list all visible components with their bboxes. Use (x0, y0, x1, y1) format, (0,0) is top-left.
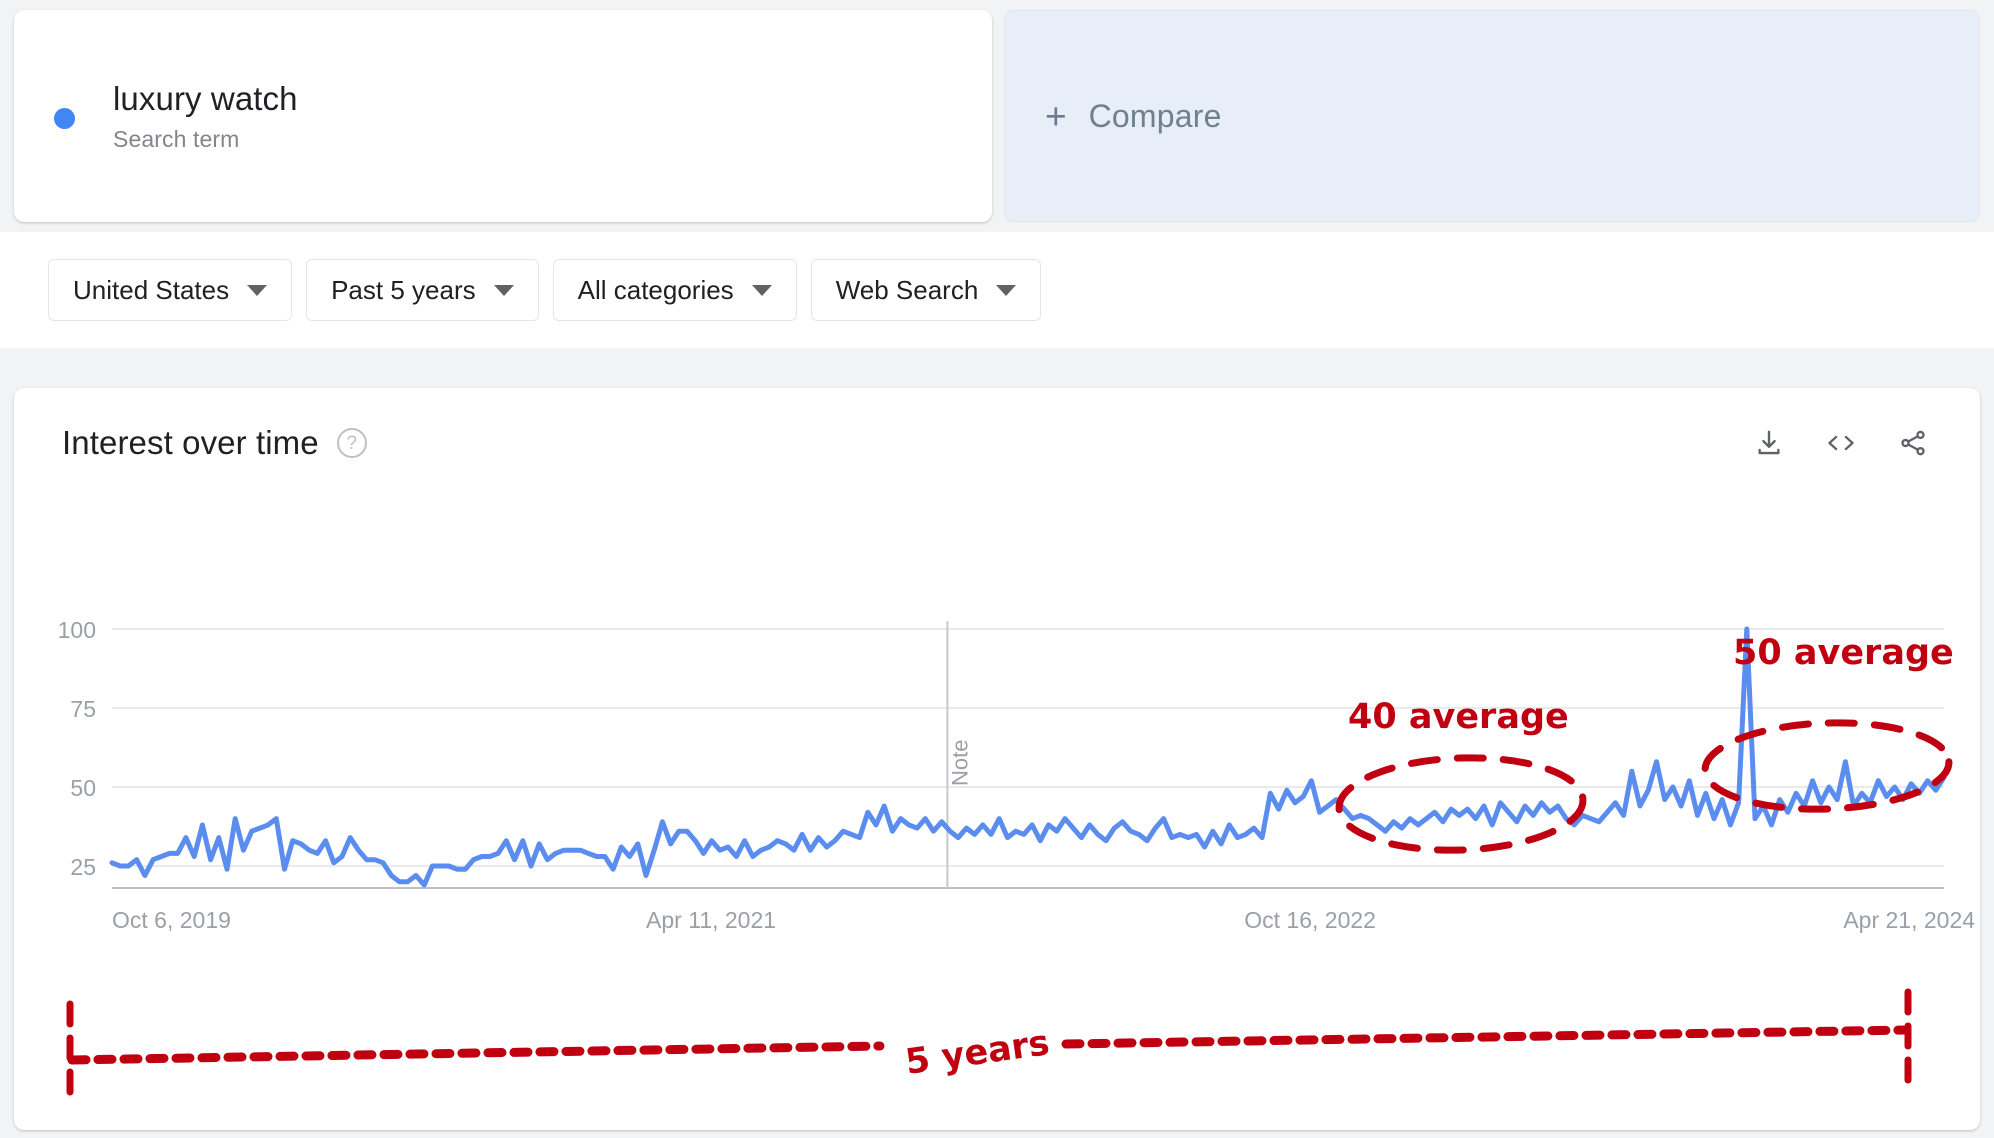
y-tick-label: 25 (70, 854, 96, 880)
chevron-down-icon (493, 284, 514, 296)
series-color-dot (54, 107, 75, 129)
search-term-title: luxury watch (113, 79, 298, 117)
note-marker-label: Note (947, 740, 972, 786)
compare-label: Compare (1088, 97, 1222, 134)
y-tick-label: 75 (70, 696, 96, 722)
search-type-filter[interactable]: Web Search (810, 259, 1042, 321)
chevron-down-icon (751, 284, 772, 296)
compare-button[interactable]: + Compare (1004, 10, 1980, 222)
category-filter[interactable]: All categories (552, 259, 797, 321)
chart-svg: 25 50 75 100 Oct 6, 2019 Apr 11, 2021 Oct 16, … (58, 617, 1976, 933)
time-range-filter[interactable]: Past 5 years (306, 259, 539, 321)
terms-row: luxury watch Search term + Compare (0, 0, 1994, 232)
interest-over-time-card: Interest over time ? 25 50 75 100 Oct 6,… (14, 388, 1980, 1130)
x-tick-label: Oct 16, 2022 (1244, 907, 1376, 933)
y-tick-label: 50 (70, 775, 96, 801)
chevron-down-icon (996, 284, 1017, 296)
trends-line-chart: 25 50 75 100 Oct 6, 2019 Apr 11, 2021 Oct 16, … (14, 388, 1980, 1130)
search-term-subtitle: Search term (113, 126, 240, 153)
category-filter-label: All categories (577, 274, 734, 305)
search-term-text: luxury watch Search term (113, 79, 298, 153)
series-line[interactable] (109, 626, 1947, 888)
google-trends-page: luxury watch Search term + Compare Unite… (0, 0, 1994, 1138)
y-tick-label: 100 (58, 617, 96, 643)
filter-bar: United States Past 5 years All categorie… (0, 232, 1994, 348)
region-filter-label: United States (73, 274, 230, 305)
search-type-filter-label: Web Search (835, 274, 979, 305)
region-filter[interactable]: United States (48, 259, 293, 321)
plus-icon: + (1045, 95, 1067, 137)
x-tick-label: Apr 11, 2021 (646, 907, 776, 933)
chevron-down-icon (247, 284, 268, 296)
x-tick-label: Apr 21, 2024 (1843, 907, 1975, 933)
x-tick-label: Oct 6, 2019 (112, 907, 231, 933)
search-term-card[interactable]: luxury watch Search term (14, 10, 992, 222)
time-range-filter-label: Past 5 years (331, 274, 476, 305)
